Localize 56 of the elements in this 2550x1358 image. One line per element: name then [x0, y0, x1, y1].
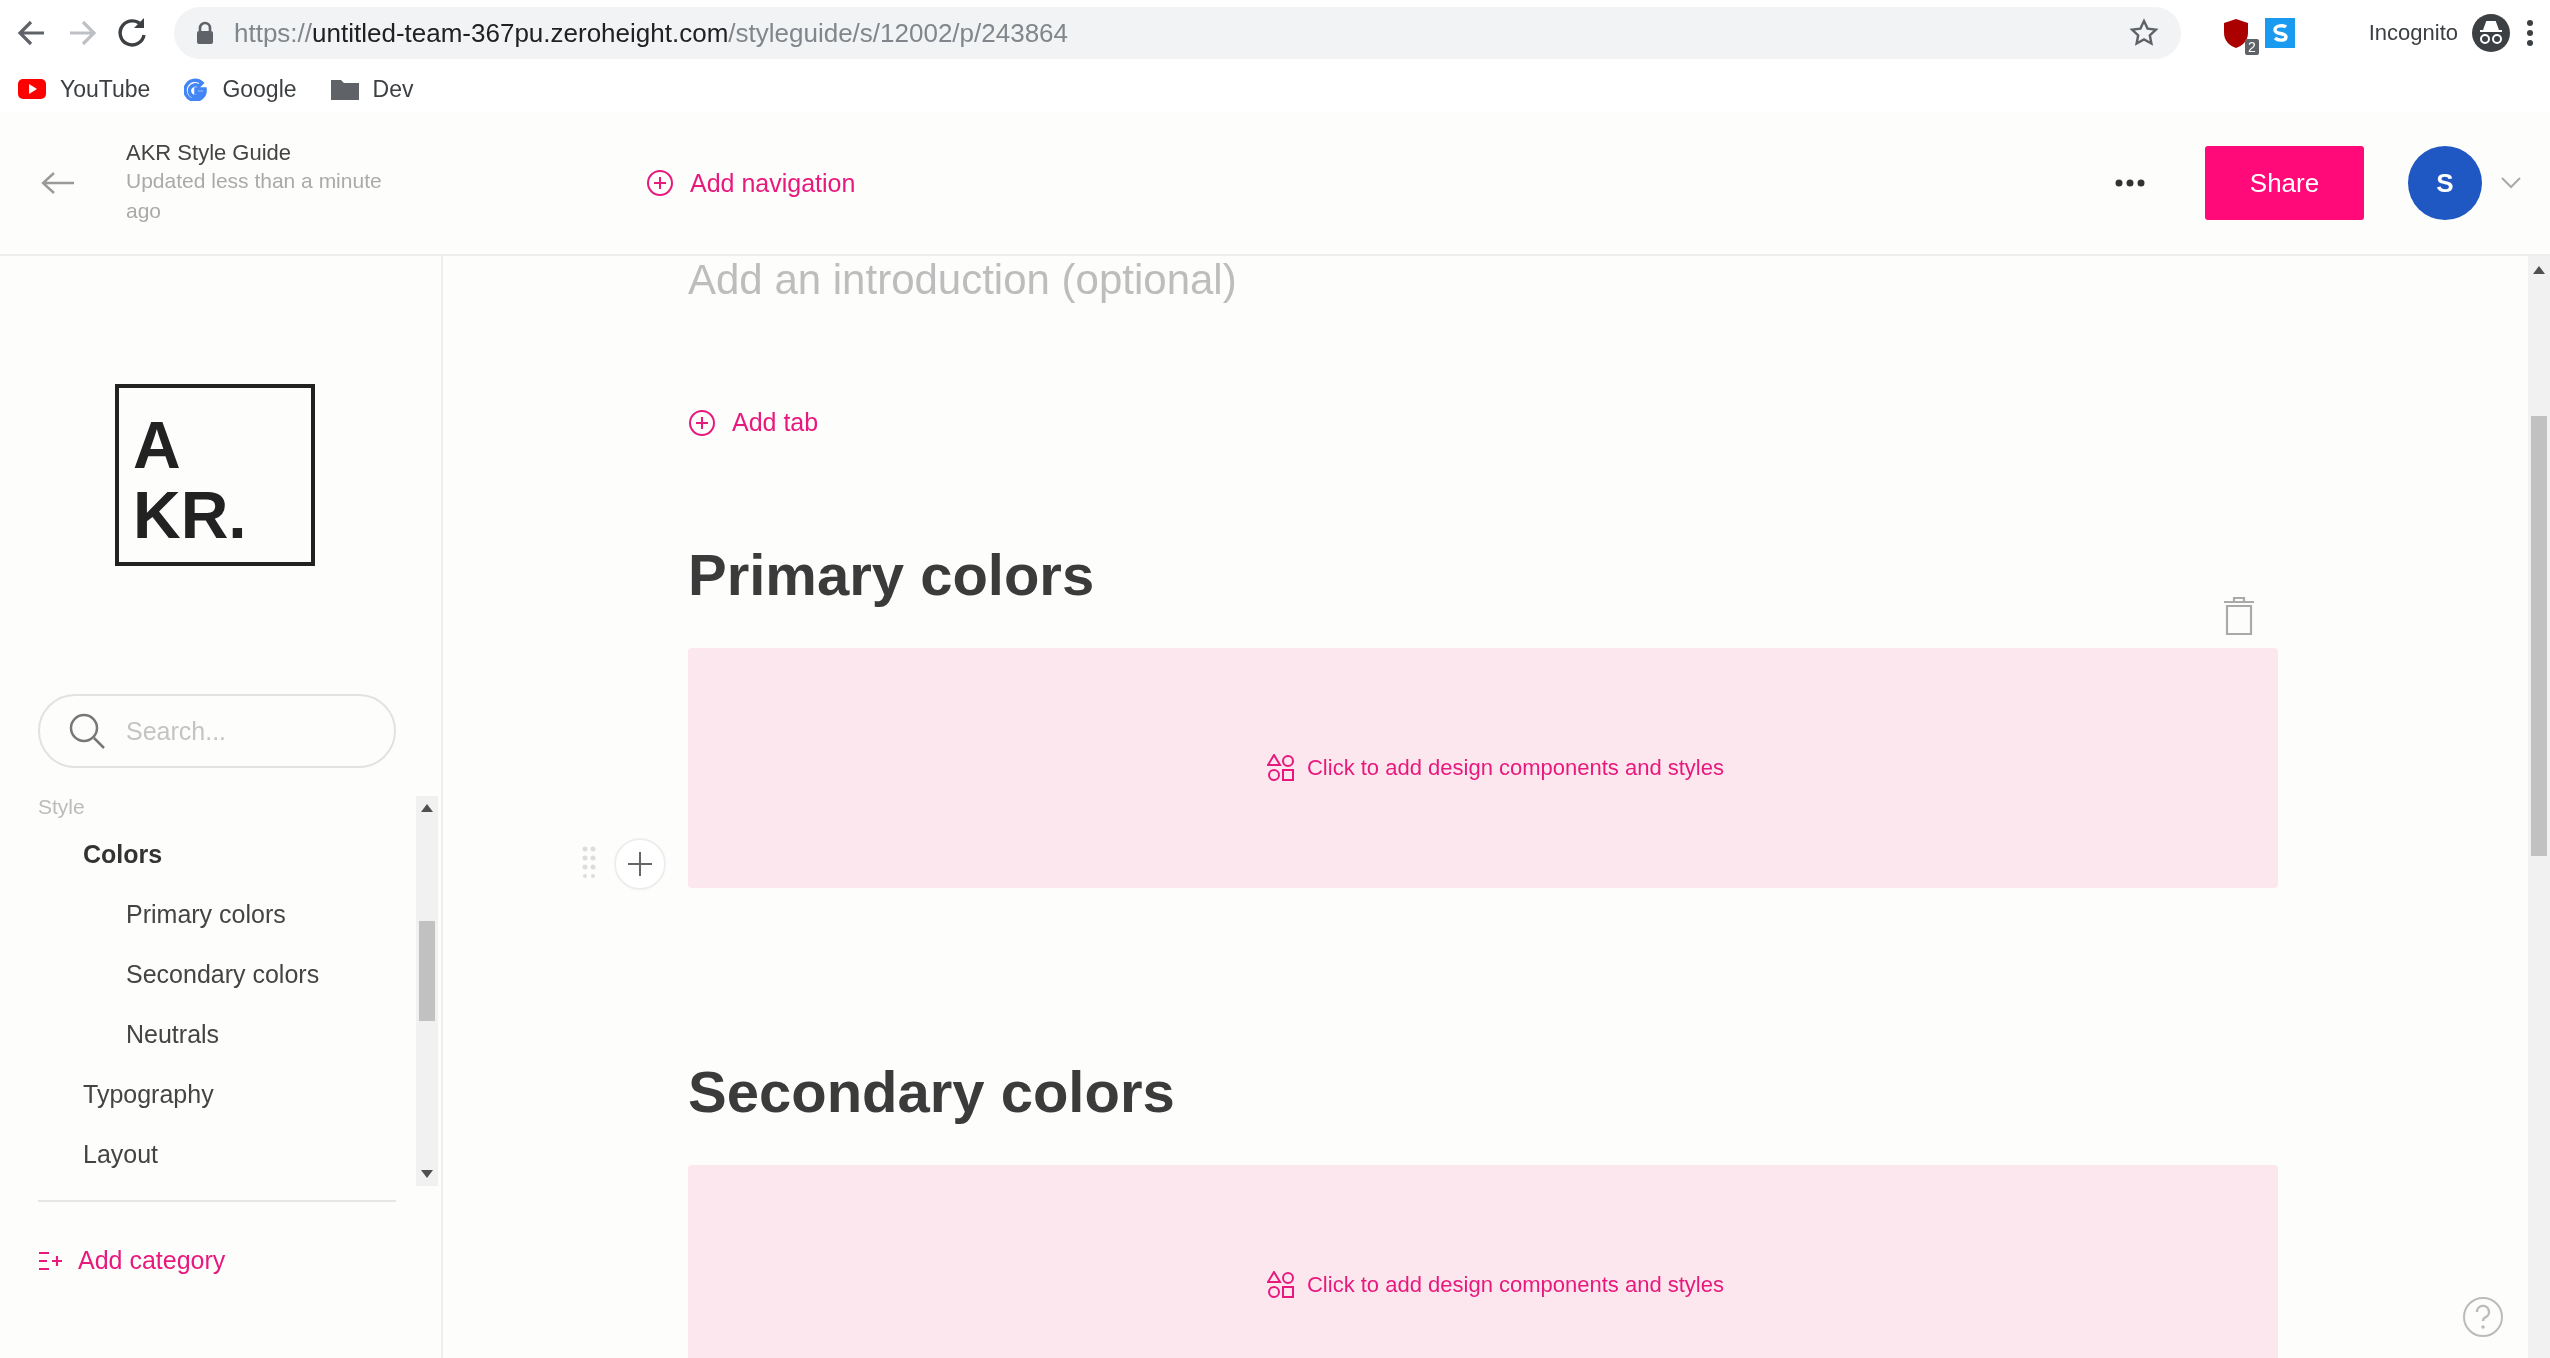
- plus-circle-icon: [688, 408, 716, 437]
- bookmark[interactable]: Google: [184, 75, 297, 103]
- profile-label: Incognito: [2368, 20, 2458, 46]
- star-icon[interactable]: [2128, 18, 2159, 48]
- nav-item[interactable]: Colors: [83, 824, 163, 884]
- extension-badge: 2: [2244, 39, 2259, 55]
- nav-item[interactable]: Layout: [83, 1124, 159, 1184]
- scroll-up-icon[interactable]: [2533, 266, 2545, 274]
- scroll-up-icon[interactable]: [421, 804, 433, 812]
- menu-icon[interactable]: [2524, 18, 2536, 48]
- add-block-button[interactable]: [614, 838, 666, 890]
- bookmark[interactable]: YouTube: [18, 75, 151, 103]
- share-button[interactable]: Share: [2205, 146, 2364, 220]
- search-field[interactable]: Search...: [38, 694, 396, 768]
- g-logo-icon: [184, 77, 209, 101]
- drop-zone[interactable]: Click to add design components and styles: [688, 1165, 2278, 1358]
- scrollbar-thumb[interactable]: [419, 921, 435, 1021]
- section-heading: Primary colors: [688, 541, 1095, 608]
- nav-item[interactable]: Secondary colors: [126, 944, 320, 1004]
- section-heading: Secondary colors: [688, 1058, 1175, 1125]
- plus-circle-icon: [646, 169, 674, 197]
- scrollbar[interactable]: [2528, 256, 2550, 1358]
- lock-icon: [196, 21, 214, 45]
- logo-text: A: [133, 410, 182, 480]
- folder-icon: [330, 78, 359, 100]
- play-icon: [18, 79, 46, 99]
- scrollbar-thumb[interactable]: [2531, 416, 2547, 856]
- nav-item[interactable]: Neutrals: [126, 1004, 220, 1064]
- updated-text: Updated less than a minute ago: [126, 168, 383, 224]
- more-icon[interactable]: [2115, 179, 2145, 187]
- category-label: Style: [38, 796, 86, 820]
- add-navigation-link[interactable]: Add navigation: [646, 168, 856, 198]
- logo-text: KR.: [133, 480, 248, 550]
- guide-title: AKR Style Guide: [126, 140, 293, 166]
- incognito-icon[interactable]: [2472, 14, 2510, 52]
- bookmark[interactable]: Dev: [330, 75, 414, 103]
- address-bar[interactable]: https://untitled-team-367pu.zeroheight.com/styleguide/s/12002/p/243864: [174, 7, 2181, 59]
- add-list-icon: [38, 1249, 64, 1272]
- shapes-icon: [1267, 1271, 1295, 1299]
- nav-item[interactable]: Typography: [83, 1064, 214, 1124]
- add-category-link[interactable]: Add category: [38, 1246, 226, 1275]
- shapes-icon: [1267, 754, 1295, 782]
- add-tab-link[interactable]: Add tab: [688, 408, 819, 437]
- introduction-field[interactable]: Add an introduction (optional): [688, 256, 1488, 304]
- avatar[interactable]: S: [2408, 146, 2482, 220]
- scroll-down-icon[interactable]: [421, 1170, 433, 1178]
- search-icon: [68, 712, 106, 750]
- scrollbar[interactable]: [416, 796, 438, 1186]
- extension-icon[interactable]: [2264, 18, 2295, 48]
- add-components-link[interactable]: Click to add design components and styles: [1267, 754, 1724, 782]
- back-arrow-icon[interactable]: [40, 171, 76, 195]
- plus-icon: [627, 851, 653, 877]
- drag-handle-icon[interactable]: [582, 846, 596, 878]
- url-text: https://untitled-team-367pu.zeroheight.com/styleguide/s/12002/p/243864: [234, 17, 1068, 49]
- add-components-link[interactable]: Click to add design components and styles: [1267, 1271, 1724, 1299]
- nav-item[interactable]: Primary colors: [126, 884, 286, 944]
